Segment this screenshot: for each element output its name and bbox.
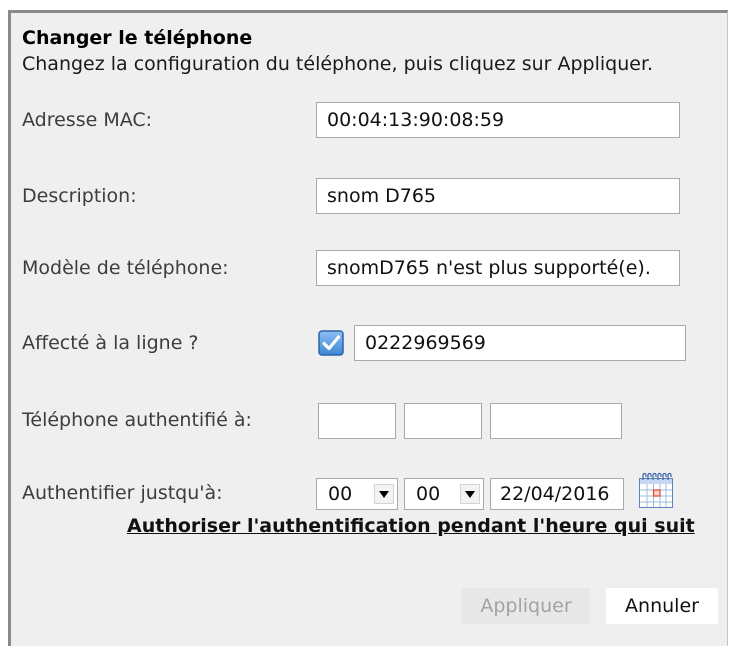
authenticate-until-label: Authentifier justqu'à: — [22, 482, 223, 504]
line-assigned-label: Affecté à la ligne ? — [22, 332, 199, 354]
cancel-button[interactable]: Annuler — [606, 588, 718, 624]
date-input[interactable] — [490, 478, 624, 510]
hour-select[interactable]: 00 — [316, 478, 398, 510]
authenticated-field-1[interactable] — [318, 403, 396, 439]
description-label: Description: — [22, 185, 137, 207]
mac-address-input[interactable] — [316, 102, 680, 138]
minute-select-value: 00 — [416, 483, 441, 505]
line-assigned-checkbox[interactable] — [318, 330, 344, 356]
mac-address-label: Adresse MAC: — [22, 109, 153, 131]
authenticated-field-2[interactable] — [404, 403, 482, 439]
authenticated-phone-label: Téléphone authentifié à: — [22, 409, 252, 431]
calendar-icon[interactable] — [636, 470, 676, 510]
line-number-input[interactable] — [354, 325, 686, 361]
chevron-down-icon[interactable] — [374, 484, 394, 504]
minute-select[interactable]: 00 — [404, 478, 484, 510]
checkmark-icon — [318, 330, 344, 356]
description-input[interactable] — [316, 178, 680, 214]
phone-model-label: Modèle de téléphone: — [22, 257, 229, 279]
apply-button[interactable]: Appliquer — [462, 588, 590, 624]
phone-model-input[interactable] — [316, 250, 680, 286]
dialog-subtitle: Changez la configuration du téléphone, p… — [22, 53, 654, 75]
dialog-title: Changer le téléphone — [22, 27, 253, 49]
authorize-next-hour-link[interactable]: Authoriser l'authentification pendant l'… — [127, 515, 695, 537]
authenticated-field-3[interactable] — [490, 403, 622, 439]
change-phone-dialog: Changer le téléphone Changez la configur… — [8, 10, 728, 646]
hour-select-value: 00 — [328, 483, 353, 505]
chevron-down-icon[interactable] — [460, 484, 480, 504]
